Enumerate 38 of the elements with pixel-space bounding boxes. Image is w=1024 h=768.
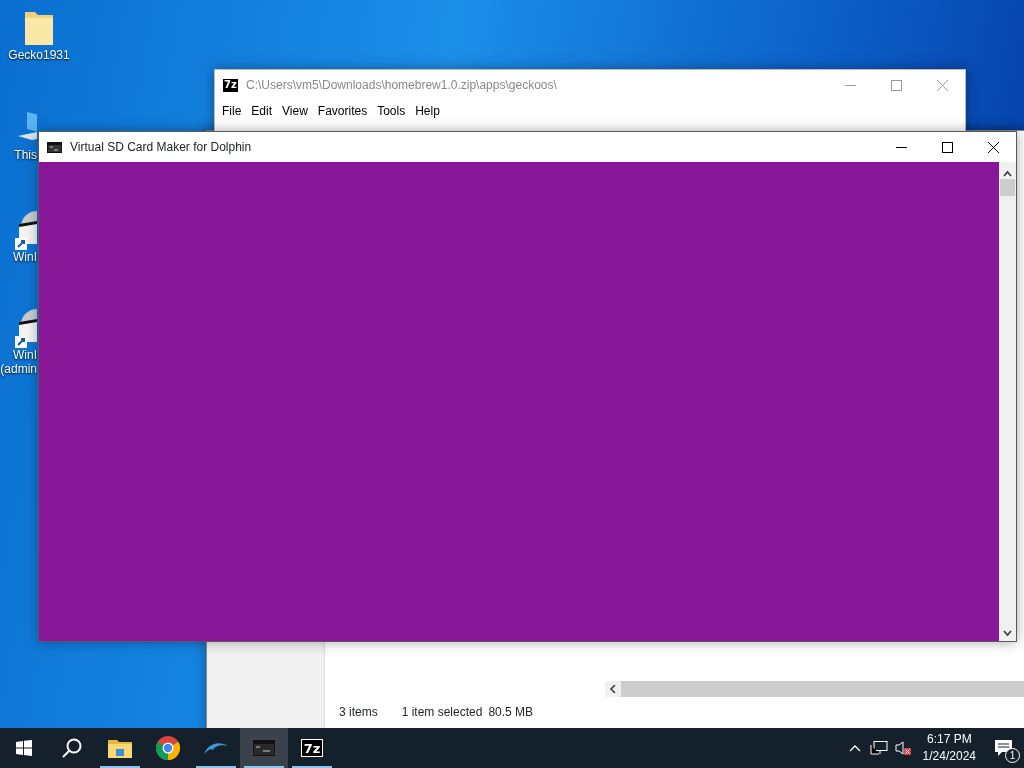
menu-item[interactable]: Help [410,102,445,120]
horizontal-scrollbar[interactable] [605,681,1024,697]
icon-label: WinI (admin [0,348,37,377]
status-text: 3 items [339,704,378,721]
menu-item[interactable]: Tools [372,102,411,120]
browser-icon[interactable] [156,736,180,760]
window-title: Virtual SD Card Maker for Dolphin [70,139,253,156]
console-icon [47,141,62,153]
dolphin-icon[interactable] [203,740,229,756]
notification-count: 1 [1005,748,1020,763]
menu-item[interactable]: Favorites [312,102,373,120]
menu-item[interactable]: Edit [246,102,278,120]
console-icon[interactable] [253,740,275,756]
disc-shortcut-icon[interactable] [13,306,37,348]
status-text: 1 item selected [401,704,483,721]
status-text: 80.5 MB [488,704,534,721]
archiver-icon[interactable]: 7z [301,739,323,757]
folder-icon[interactable] [108,738,132,758]
app-logo: 7z [223,78,238,92]
window-title: C:\Users\vm5\Downloads\homebrew1.0.zip\apps\geckoos\ [246,77,558,94]
muted-speaker-icon[interactable] [894,741,911,755]
search-icon[interactable] [62,738,82,758]
chevron-up-icon[interactable] [848,744,861,752]
scroll-thumb[interactable] [1000,179,1015,196]
clock-time[interactable]: 6:17 PM [922,731,976,748]
clock-date[interactable]: 1/24/2024 [922,748,976,765]
menu-item[interactable]: File [217,102,247,120]
icon-label: Gecko1931 [8,48,70,63]
icon-label: WinI [13,250,37,265]
maximize-icon[interactable] [941,141,953,153]
highlighted-taskbar-button[interactable] [240,728,288,768]
disc-shortcut-icon[interactable] [13,208,37,250]
windows-logo-icon[interactable] [16,740,32,756]
vertical-scrollbar[interactable] [999,162,1016,641]
network-icon[interactable] [869,741,888,755]
close-icon[interactable] [987,141,999,153]
menu-item[interactable]: View [277,102,313,120]
icon-label: This [14,148,37,163]
